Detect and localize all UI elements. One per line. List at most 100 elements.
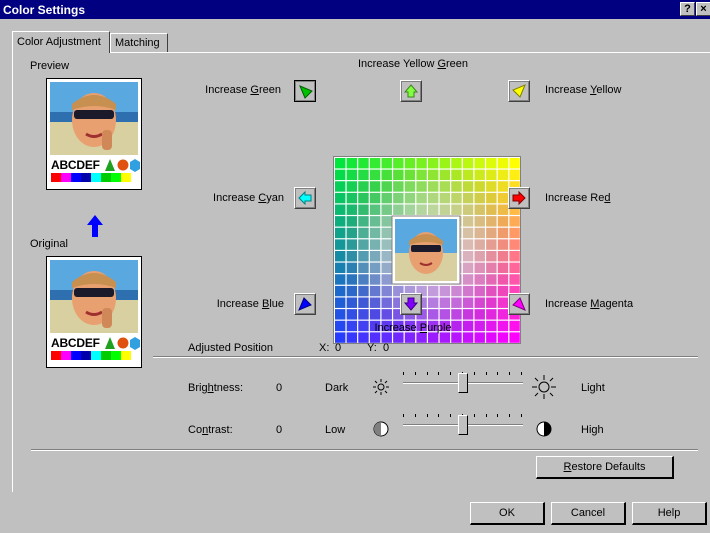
color-grid-cell[interactable] — [474, 262, 485, 274]
color-grid-cell[interactable] — [462, 216, 474, 227]
color-grid-cell[interactable] — [358, 204, 369, 215]
color-grid-cell[interactable] — [462, 204, 474, 215]
color-grid-cell[interactable] — [509, 227, 520, 239]
color-grid-cell[interactable] — [369, 251, 381, 262]
color-grid-cell[interactable] — [335, 251, 346, 262]
color-grid-cell[interactable] — [486, 158, 497, 169]
color-grid-cell[interactable] — [474, 285, 485, 297]
color-grid-cell[interactable] — [381, 227, 392, 239]
color-grid-cell[interactable] — [393, 181, 404, 192]
color-grid-cell[interactable] — [381, 192, 392, 204]
color-grid-cell[interactable] — [462, 274, 474, 285]
color-grid-cell[interactable] — [497, 192, 509, 204]
color-grid-cell[interactable] — [474, 332, 485, 343]
color-grid-cell[interactable] — [346, 169, 358, 181]
color-grid-cell[interactable] — [474, 204, 485, 215]
color-grid-cell[interactable] — [335, 216, 346, 227]
color-grid-cell[interactable] — [404, 181, 416, 192]
color-grid-cell[interactable] — [335, 158, 346, 169]
color-grid-cell[interactable] — [486, 216, 497, 227]
color-grid-cell[interactable] — [369, 181, 381, 192]
color-grid-cell[interactable] — [497, 204, 509, 215]
color-grid-cell[interactable] — [428, 192, 439, 204]
color-grid-cell[interactable] — [381, 239, 392, 250]
color-grid-cell[interactable] — [428, 181, 439, 192]
color-grid-cell[interactable] — [486, 181, 497, 192]
color-grid-cell[interactable] — [358, 262, 369, 274]
color-grid-cell[interactable] — [462, 309, 474, 320]
brightness-slider-thumb[interactable] — [458, 373, 468, 393]
ok-button[interactable]: OK — [470, 502, 545, 525]
color-grid-cell[interactable] — [416, 169, 427, 181]
color-grid-cell[interactable] — [369, 274, 381, 285]
color-grid-cell[interactable] — [486, 239, 497, 250]
color-grid-cell[interactable] — [486, 309, 497, 320]
color-grid-cell[interactable] — [497, 285, 509, 297]
color-grid-cell[interactable] — [346, 297, 358, 308]
color-grid-cell[interactable] — [358, 274, 369, 285]
color-grid-cell[interactable] — [369, 239, 381, 250]
color-grid-cell[interactable] — [509, 158, 520, 169]
color-grid-cell[interactable] — [369, 262, 381, 274]
color-grid-cell[interactable] — [346, 262, 358, 274]
color-grid-cell[interactable] — [346, 204, 358, 215]
color-grid-cell[interactable] — [428, 285, 439, 297]
color-grid-cell[interactable] — [346, 192, 358, 204]
color-grid-cell[interactable] — [439, 309, 451, 320]
color-grid-cell[interactable] — [404, 192, 416, 204]
color-grid-cell[interactable] — [335, 204, 346, 215]
color-grid-cell[interactable] — [486, 227, 497, 239]
color-grid-cell[interactable] — [428, 297, 439, 308]
color-grid-cell[interactable] — [474, 169, 485, 181]
increase-yellow-green-button[interactable] — [400, 80, 422, 102]
color-grid-cell[interactable] — [404, 204, 416, 215]
color-grid-cell[interactable] — [428, 169, 439, 181]
color-grid-cell[interactable] — [486, 262, 497, 274]
color-grid-cell[interactable] — [497, 332, 509, 343]
color-grid-cell[interactable] — [497, 297, 509, 308]
close-icon[interactable]: × — [696, 2, 710, 16]
color-grid[interactable] — [333, 156, 521, 344]
color-grid-cell[interactable] — [462, 262, 474, 274]
color-grid-cell[interactable] — [381, 274, 392, 285]
color-grid-cell[interactable] — [381, 181, 392, 192]
color-grid-cell[interactable] — [369, 204, 381, 215]
color-grid-cell[interactable] — [335, 181, 346, 192]
color-grid-cell[interactable] — [335, 320, 346, 332]
color-grid-cell[interactable] — [428, 204, 439, 215]
color-grid-cell[interactable] — [451, 192, 462, 204]
color-grid-cell[interactable] — [358, 285, 369, 297]
color-grid-cell[interactable] — [451, 204, 462, 215]
color-grid-cell[interactable] — [358, 227, 369, 239]
color-grid-cell[interactable] — [486, 274, 497, 285]
color-grid-cell[interactable] — [451, 285, 462, 297]
color-grid-cell[interactable] — [358, 181, 369, 192]
increase-blue-button[interactable] — [294, 293, 316, 315]
color-grid-cell[interactable] — [497, 181, 509, 192]
help-button[interactable]: Help — [632, 502, 707, 525]
cancel-button[interactable]: Cancel — [551, 502, 626, 525]
color-grid-cell[interactable] — [335, 227, 346, 239]
color-grid-cell[interactable] — [369, 216, 381, 227]
color-grid-cell[interactable] — [346, 181, 358, 192]
restore-defaults-button[interactable]: Restore Defaults — [536, 456, 674, 479]
color-grid-cell[interactable] — [369, 297, 381, 308]
color-grid-cell[interactable] — [358, 297, 369, 308]
color-grid-cell[interactable] — [346, 274, 358, 285]
color-grid-cell[interactable] — [509, 169, 520, 181]
color-grid-cell[interactable] — [497, 309, 509, 320]
help-icon[interactable]: ? — [680, 2, 695, 16]
color-grid-cell[interactable] — [462, 285, 474, 297]
color-grid-cell[interactable] — [439, 158, 451, 169]
color-grid-cell[interactable] — [474, 181, 485, 192]
color-grid-cell[interactable] — [346, 309, 358, 320]
color-grid-cell[interactable] — [346, 227, 358, 239]
color-grid-cell[interactable] — [335, 239, 346, 250]
color-grid-cell[interactable] — [369, 285, 381, 297]
color-grid-cell[interactable] — [474, 309, 485, 320]
color-grid-cell[interactable] — [358, 216, 369, 227]
color-grid-cell[interactable] — [474, 216, 485, 227]
color-grid-cell[interactable] — [509, 262, 520, 274]
color-grid-cell[interactable] — [497, 251, 509, 262]
color-grid-cell[interactable] — [381, 204, 392, 215]
